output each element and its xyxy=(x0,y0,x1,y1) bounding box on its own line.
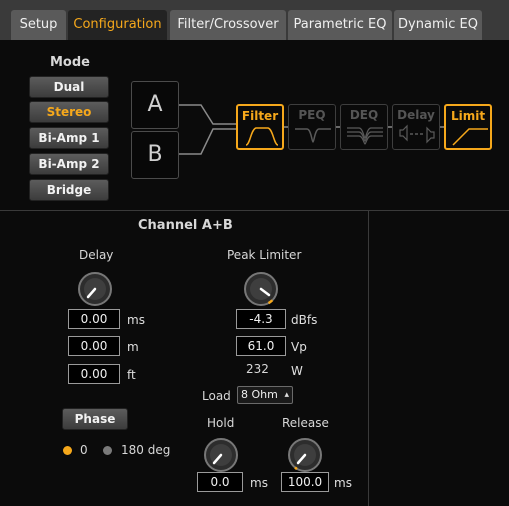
dynamic-eq-icon xyxy=(347,127,383,145)
input-a-box[interactable]: A xyxy=(131,81,179,129)
delay-ft-field[interactable]: 0.00 xyxy=(68,364,120,384)
block-peq[interactable]: PEQ xyxy=(288,104,336,150)
limiter-watts-unit: W xyxy=(291,364,303,378)
load-select[interactable]: 8 Ohm ▴ xyxy=(237,386,293,404)
limiter-watts-value: 232 xyxy=(246,362,269,376)
section-divider xyxy=(0,210,509,211)
limiter-vp-unit: Vp xyxy=(291,340,307,354)
tab-bar: Setup Configuration Filter/Crossover Par… xyxy=(0,0,509,40)
delay-ms-unit: ms xyxy=(127,313,145,327)
hold-field[interactable]: 0.0 xyxy=(197,472,243,492)
bandpass-icon xyxy=(245,127,279,146)
block-limit-label: Limit xyxy=(450,109,486,123)
mode-biamp2-button[interactable]: Bi-Amp 2 xyxy=(29,153,109,175)
tab-filter-crossover[interactable]: Filter/Crossover xyxy=(170,10,286,40)
release-title: Release xyxy=(282,416,329,430)
delay-m-unit: m xyxy=(127,340,139,354)
hold-knob[interactable] xyxy=(204,438,238,472)
mode-dual-button[interactable]: Dual xyxy=(29,76,109,98)
block-filter-label: Filter xyxy=(241,109,279,123)
release-field[interactable]: 100.0 xyxy=(281,472,329,492)
speaker-delay-icon xyxy=(399,124,435,144)
input-b-box[interactable]: B xyxy=(131,131,179,179)
hold-unit: ms xyxy=(250,476,268,490)
load-label: Load xyxy=(202,389,231,403)
peak-limiter-knob[interactable] xyxy=(244,272,278,306)
peak-limiter-title: Peak Limiter xyxy=(227,248,302,262)
tab-parametric-eq[interactable]: Parametric EQ xyxy=(288,10,392,40)
limiter-vp-field[interactable]: 61.0 xyxy=(236,336,286,356)
release-unit: ms xyxy=(334,476,352,490)
chevron-updown-icon: ▴ xyxy=(284,390,289,400)
hold-title: Hold xyxy=(207,416,235,430)
delay-ms-field[interactable]: 0.00 xyxy=(68,309,120,329)
limiter-dbfs-field[interactable]: -4.3 xyxy=(236,309,286,329)
block-delay[interactable]: Delay xyxy=(392,104,440,150)
block-limit[interactable]: Limit xyxy=(444,104,492,150)
block-peq-label: PEQ xyxy=(298,108,326,122)
phase-180-radio[interactable] xyxy=(103,446,112,455)
limiter-curve-icon xyxy=(452,128,488,146)
phase-0-radio[interactable] xyxy=(63,446,72,455)
channel-title: Channel A+B xyxy=(138,218,233,233)
delay-title: Delay xyxy=(79,248,114,262)
delay-knob[interactable] xyxy=(78,272,112,306)
load-select-value: 8 Ohm xyxy=(241,388,278,401)
block-deq[interactable]: DEQ xyxy=(340,104,388,150)
limiter-dbfs-unit: dBfs xyxy=(291,313,318,327)
release-knob[interactable] xyxy=(288,438,322,472)
tab-configuration[interactable]: Configuration xyxy=(68,10,167,40)
phase-180-label: 180 deg xyxy=(121,443,171,457)
signal-routing-lines xyxy=(179,104,236,155)
mode-bridge-button[interactable]: Bridge xyxy=(29,179,109,201)
block-filter[interactable]: Filter xyxy=(236,104,284,150)
delay-m-field[interactable]: 0.00 xyxy=(68,336,120,356)
tab-setup[interactable]: Setup xyxy=(11,10,66,40)
block-delay-label: Delay xyxy=(397,108,435,122)
phase-0-label: 0 xyxy=(80,443,88,457)
delay-ft-unit: ft xyxy=(127,368,136,382)
tab-dynamic-eq[interactable]: Dynamic EQ xyxy=(394,10,482,40)
eq-curve-icon xyxy=(295,128,331,143)
column-divider xyxy=(368,210,369,506)
block-deq-label: DEQ xyxy=(349,108,379,122)
phase-button[interactable]: Phase xyxy=(62,408,128,430)
mode-title: Mode xyxy=(50,55,90,70)
mode-biamp1-button[interactable]: Bi-Amp 1 xyxy=(29,127,109,149)
mode-stereo-button[interactable]: Stereo xyxy=(29,101,109,123)
